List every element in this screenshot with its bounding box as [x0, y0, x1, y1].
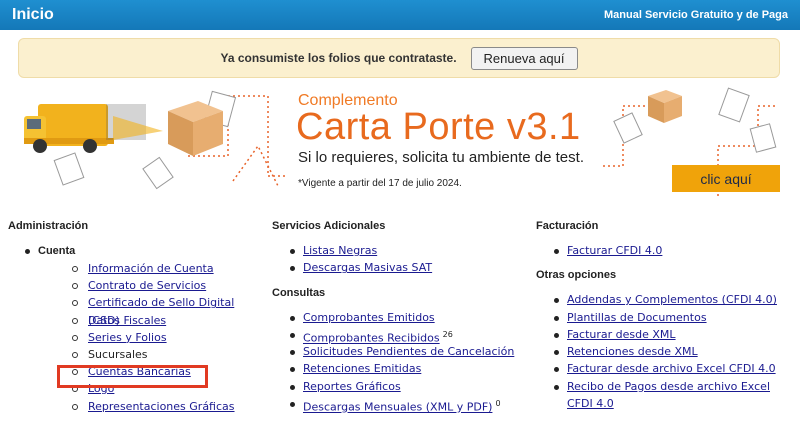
datos-fiscales-link[interactable]: Datos Fiscales	[88, 314, 166, 327]
list-item: Contrato de Servicios	[70, 277, 263, 294]
servicios-heading: Servicios Adicionales	[272, 220, 386, 232]
count-badge: 0	[495, 399, 501, 409]
count-badge: 26	[442, 329, 453, 339]
list-item: Representaciones Gráficas	[70, 398, 263, 415]
banner-subtitle: Si lo requieres, solicita tu ambiente de…	[298, 149, 584, 166]
descargas-masivas-link[interactable]: Descargas Masivas SAT	[303, 261, 432, 274]
sucursales-label[interactable]: Sucursales	[88, 348, 148, 361]
list-item: Certificado de Sello Digital (CSD)	[70, 294, 263, 327]
solicitudes-cancelacion-link[interactable]: Solicitudes Pendientes de Cancelación	[303, 345, 514, 358]
manual-link[interactable]: Manual Servicio Gratuito y de Paga	[604, 9, 788, 21]
addendas-link[interactable]: Addendas y Complementos (CFDI 4.0)	[567, 293, 777, 306]
cuenta-group-label: Cuenta	[8, 242, 263, 260]
renew-button[interactable]: Renueva aquí	[470, 46, 578, 70]
facturar-excel-link[interactable]: Facturar desde archivo Excel CFDI 4.0	[567, 362, 776, 375]
cuenta-list: Información de Cuenta Contrato de Servic…	[70, 260, 263, 415]
representaciones-graficas-link[interactable]: Representaciones Gráficas	[88, 400, 235, 413]
billing-column: Facturación Facturar CFDI 4.0 Otras opci…	[536, 220, 798, 422]
notice-message: Ya consumiste los folios que contrataste…	[220, 51, 457, 65]
facturacion-list: Facturar CFDI 4.0	[554, 242, 798, 259]
facturar-cfdi-link[interactable]: Facturar CFDI 4.0	[567, 244, 662, 257]
list-item: Plantillas de Documentos	[554, 309, 798, 326]
retenciones-emitidas-link[interactable]: Retenciones Emitidas	[303, 362, 421, 375]
list-item: Retenciones Emitidas	[290, 360, 532, 377]
comprobantes-emitidos-link[interactable]: Comprobantes Emitidos	[303, 311, 435, 324]
facturacion-heading: Facturación	[536, 220, 599, 232]
list-item: Sucursales	[70, 346, 263, 363]
folios-notice: Ya consumiste los folios que contrataste…	[18, 38, 780, 78]
list-item: Series y Folios	[70, 329, 263, 346]
servicios-list: Listas Negras Descargas Masivas SAT	[290, 242, 532, 277]
list-item: Solicitudes Pendientes de Cancelación	[290, 343, 532, 360]
page-title: Inicio	[12, 6, 54, 23]
list-item: Datos Fiscales	[70, 312, 263, 329]
highlight-box	[57, 365, 208, 388]
reportes-graficos-link[interactable]: Reportes Gráficos	[303, 380, 401, 393]
list-item: Comprobantes Emitidos	[290, 309, 532, 326]
listas-negras-link[interactable]: Listas Negras	[303, 244, 377, 257]
recibo-pagos-excel-link[interactable]: Recibo de Pagos desde archivo Excel CFDI…	[567, 380, 770, 410]
plantillas-link[interactable]: Plantillas de Documentos	[567, 311, 707, 324]
list-item: Comprobantes Recibidos 26	[290, 326, 532, 345]
retenciones-xml-link[interactable]: Retenciones desde XML	[567, 345, 698, 358]
list-item: Facturar desde XML	[554, 326, 798, 343]
banner-cta-button[interactable]: clic aquí	[672, 165, 780, 192]
list-item: Descargas Masivas SAT	[290, 259, 532, 276]
list-item: Listas Negras	[290, 242, 532, 259]
list-item: Reportes Gráficos	[290, 378, 532, 395]
banner-note: *Vigente a partir del 17 de julio 2024.	[298, 178, 462, 189]
series-folios-link[interactable]: Series y Folios	[88, 331, 167, 344]
informacion-cuenta-link[interactable]: Información de Cuenta	[88, 262, 214, 275]
consultas-list: Comprobantes Emitidos Comprobantes Recib…	[290, 309, 532, 414]
descargas-mensuales-link[interactable]: Descargas Mensuales (XML y PDF)	[303, 401, 492, 414]
list-item: Facturar CFDI 4.0	[554, 242, 798, 259]
list-item: Facturar desde archivo Excel CFDI 4.0	[554, 360, 798, 377]
list-item: Retenciones desde XML	[554, 343, 798, 360]
services-column: Servicios Adicionales Listas Negras Desc…	[272, 220, 532, 422]
list-item: Información de Cuenta	[70, 260, 263, 277]
admin-heading: Administración	[8, 220, 89, 232]
list-item: Addendas y Complementos (CFDI 4.0)	[554, 291, 798, 308]
consultas-heading: Consultas	[272, 286, 326, 299]
list-item: Recibo de Pagos desde archivo Excel CFDI…	[554, 378, 798, 412]
top-bar: Inicio Manual Servicio Gratuito y de Pag…	[0, 0, 800, 30]
truck-icon	[24, 104, 163, 153]
otras-opciones-heading: Otras opciones	[536, 269, 617, 282]
list-item: Descargas Mensuales (XML y PDF) 0	[290, 395, 532, 414]
banner-title: Carta Porte v3.1	[296, 106, 581, 148]
facturar-xml-link[interactable]: Facturar desde XML	[567, 328, 676, 341]
contrato-servicios-link[interactable]: Contrato de Servicios	[88, 279, 206, 292]
carta-porte-banner[interactable]: Complemento Carta Porte v3.1 Si lo requi…	[18, 86, 780, 198]
otras-opciones-list: Addendas y Complementos (CFDI 4.0) Plant…	[554, 291, 798, 411]
